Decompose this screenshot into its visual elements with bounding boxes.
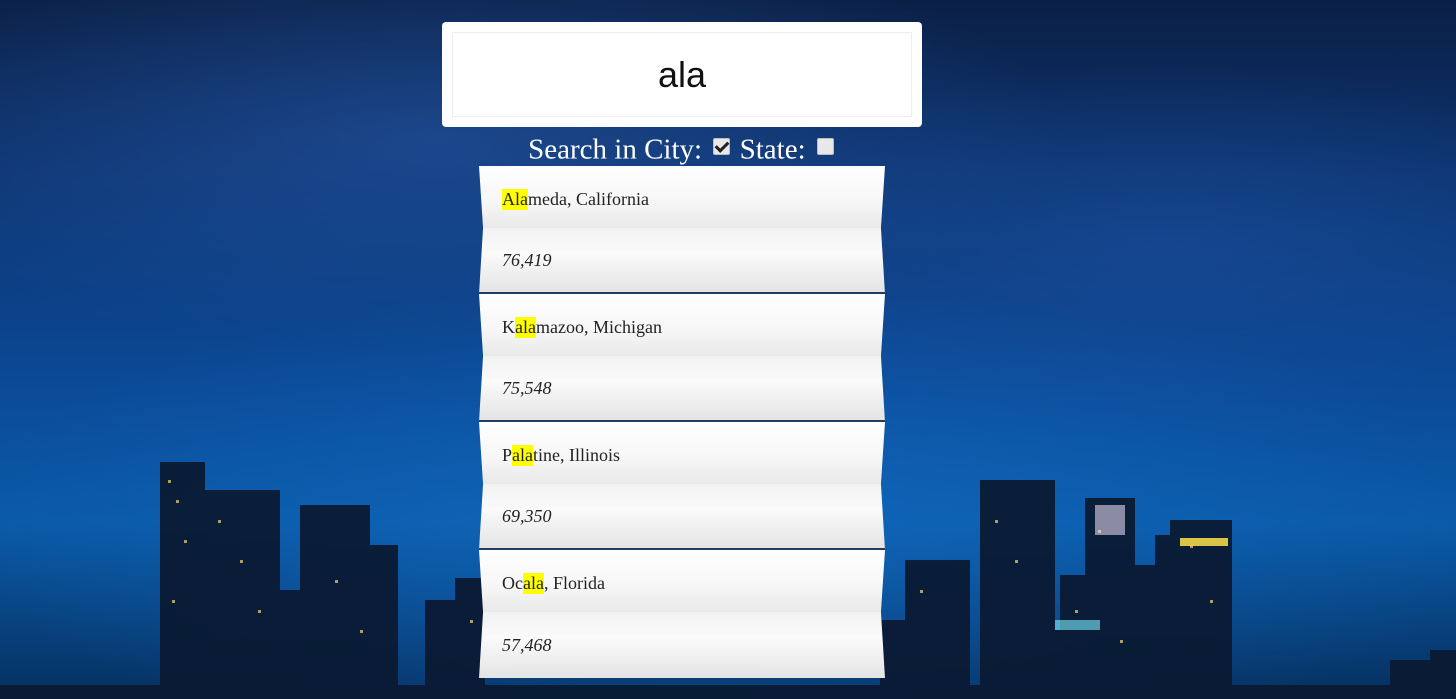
name-suffix: meda, California bbox=[528, 188, 649, 209]
suggestions-list: Ala meda, California 76,419 Kala mazoo, Mi… bbox=[479, 166, 885, 678]
city-checkbox[interactable] bbox=[713, 137, 731, 155]
match-highlight: ala bbox=[515, 316, 536, 338]
search-box bbox=[442, 22, 922, 127]
suggestion-item[interactable]: Oc ala, Florida 57,468 bbox=[479, 550, 885, 678]
suggestion-population: 69,350 bbox=[479, 484, 885, 550]
state-option-label: State: bbox=[739, 133, 806, 166]
search-options: Search in City: State: bbox=[442, 129, 922, 167]
match-highlight: Ala bbox=[502, 188, 528, 210]
suggestion-population: 75,548 bbox=[479, 356, 885, 422]
suggestion-population: 57,468 bbox=[479, 612, 885, 678]
name-suffix: mazoo, Michigan bbox=[535, 316, 662, 337]
name-prefix: Oc bbox=[502, 572, 523, 593]
city-option-label: Search in City: bbox=[528, 133, 703, 166]
name-suffix: , Florida bbox=[543, 572, 605, 593]
state-checkbox[interactable] bbox=[816, 137, 834, 155]
suggestion-name: Oc ala, Florida bbox=[479, 550, 885, 612]
suggestion-name: Kala mazoo, Michigan bbox=[479, 294, 885, 356]
search-input[interactable] bbox=[452, 32, 912, 117]
suggestion-item[interactable]: Pala tine, Illinois 69,350 bbox=[479, 422, 885, 550]
match-highlight: ala bbox=[523, 572, 544, 594]
suggestion-population: 76,419 bbox=[479, 228, 885, 294]
suggestion-name: Pala tine, Illinois bbox=[479, 422, 885, 484]
suggestion-item[interactable]: Kala mazoo, Michigan 75,548 bbox=[479, 294, 885, 422]
name-prefix: K bbox=[502, 316, 515, 337]
suggestion-item[interactable]: Ala meda, California 76,419 bbox=[479, 166, 885, 294]
name-prefix: P bbox=[502, 444, 513, 465]
name-suffix: tine, Illinois bbox=[533, 444, 620, 465]
suggestion-name: Ala meda, California bbox=[479, 166, 885, 228]
match-highlight: ala bbox=[512, 444, 533, 466]
